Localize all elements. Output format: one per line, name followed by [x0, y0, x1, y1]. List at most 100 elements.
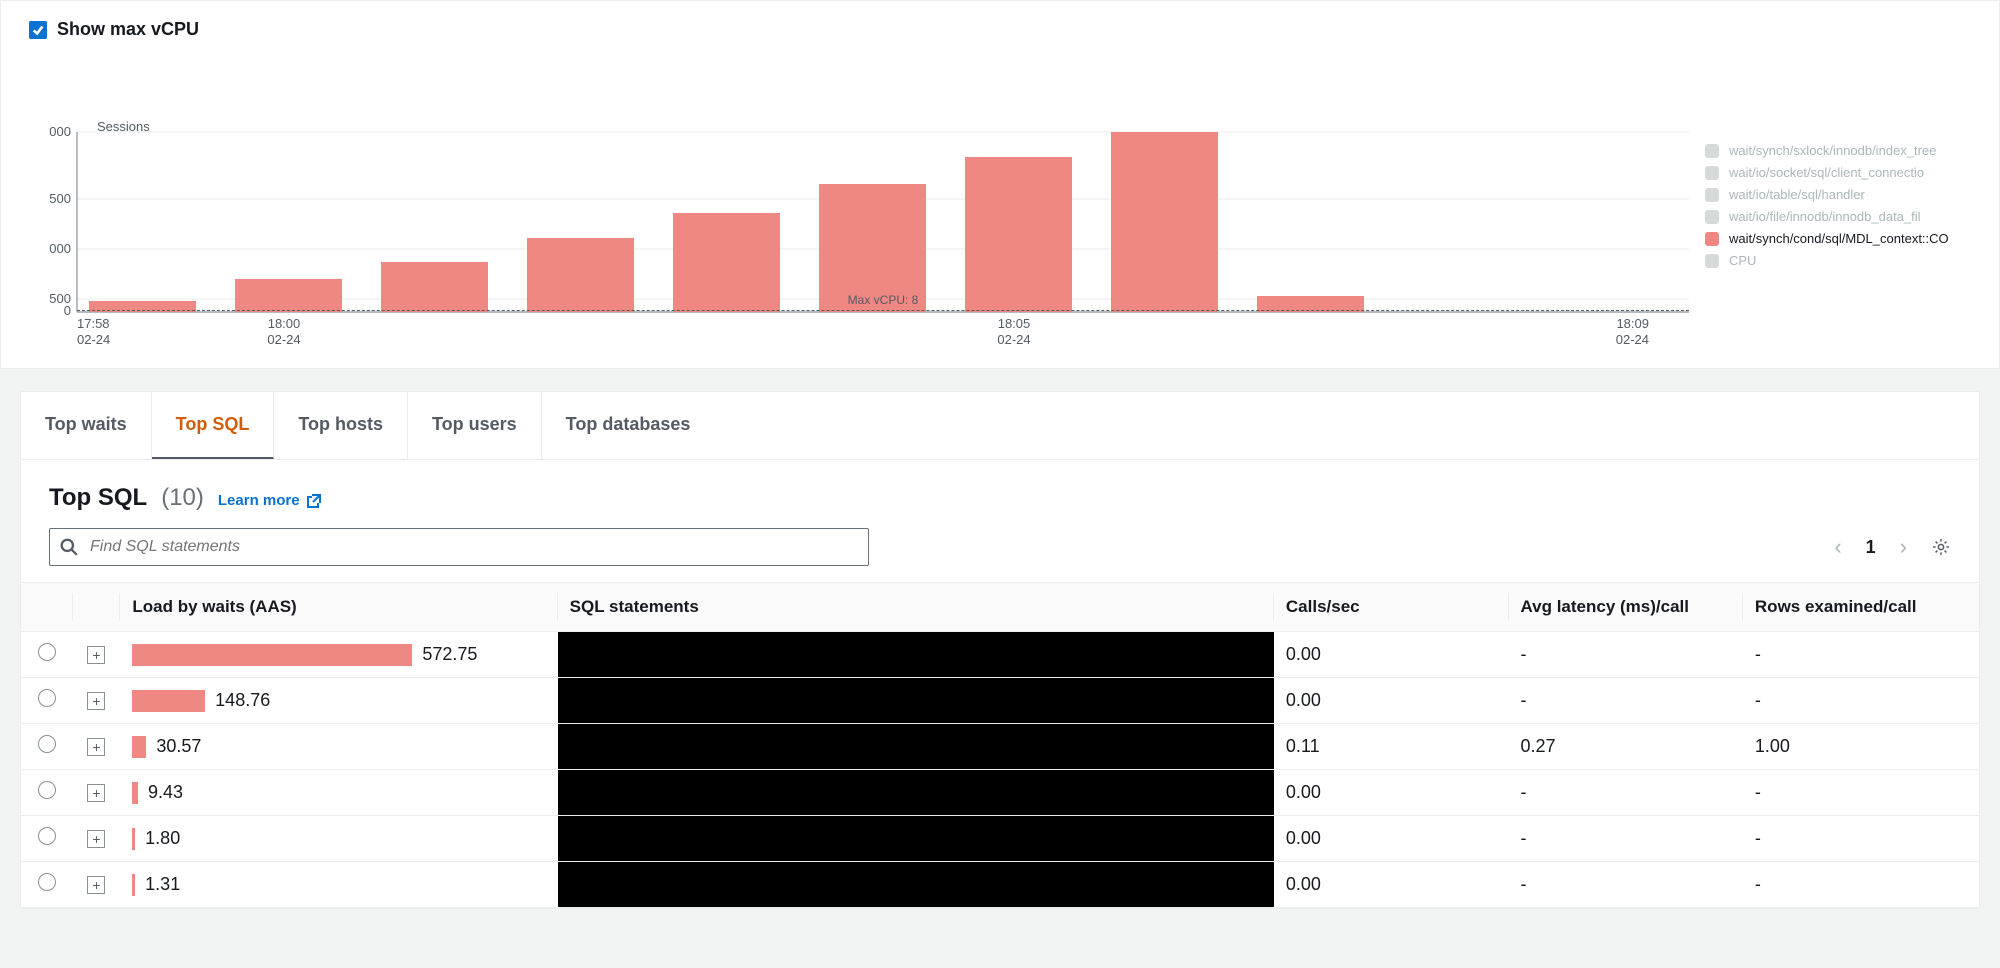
load-value: 1.31 [145, 874, 180, 895]
table-row: +572.750.00-- [21, 632, 1979, 678]
tab-top-users[interactable]: Top users [408, 392, 542, 459]
page-number: 1 [1866, 537, 1876, 558]
legend-item[interactable]: wait/io/table/sql/handler [1705, 184, 1999, 206]
tab-top-sql[interactable]: Top SQL [152, 392, 275, 459]
section-title: Top SQL [49, 484, 147, 512]
gear-icon[interactable] [1931, 537, 1951, 557]
load-value: 30.57 [156, 736, 201, 757]
load-bar [132, 644, 412, 666]
load-bar [132, 690, 205, 712]
prev-page[interactable]: ‹ [1834, 534, 1841, 560]
rows-value: 1.00 [1743, 724, 1979, 770]
search-input-wrapper[interactable] [49, 528, 869, 566]
legend-item[interactable]: CPU [1705, 250, 1999, 272]
calls-value: 0.11 [1274, 724, 1509, 770]
row-radio[interactable] [38, 827, 56, 845]
load-value: 148.76 [215, 690, 270, 711]
load-bar [132, 736, 146, 758]
expand-button[interactable]: + [87, 692, 105, 710]
rows-value: - [1743, 678, 1979, 724]
expand-button[interactable]: + [87, 646, 105, 664]
learn-more-link[interactable]: Learn more [218, 492, 322, 509]
sql-statement-redacted [558, 724, 1274, 769]
table-row: +1.800.00-- [21, 816, 1979, 862]
swatch-icon [1705, 144, 1719, 158]
svg-text:1,500: 1,500 [49, 191, 71, 206]
row-radio[interactable] [38, 781, 56, 799]
latency-value: - [1509, 678, 1743, 724]
load-cell: 30.57 [132, 736, 545, 758]
expand-button[interactable]: + [87, 738, 105, 756]
sessions-chart-panel: Show max vCPU Sessions 0 500 1,000 1,500 [0, 0, 2000, 369]
swatch-icon [1705, 188, 1719, 202]
load-cell: 148.76 [132, 690, 545, 712]
tab-top-hosts[interactable]: Top hosts [274, 392, 408, 459]
load-value: 9.43 [148, 782, 183, 803]
pager: ‹ 1 › [1834, 534, 1951, 560]
swatch-icon [1705, 166, 1719, 180]
col-lat[interactable]: Avg latency (ms)/call [1509, 583, 1743, 632]
expand-button[interactable]: + [87, 876, 105, 894]
load-value: 1.80 [145, 828, 180, 849]
swatch-icon [1705, 232, 1719, 246]
table-row: +9.430.00-- [21, 770, 1979, 816]
tabs: Top waits Top SQL Top hosts Top users To… [21, 392, 1979, 460]
sql-statement-redacted [558, 678, 1274, 723]
tab-top-waits[interactable]: Top waits [21, 392, 152, 459]
search-input[interactable] [88, 537, 858, 557]
top-dimension-panel: Top waits Top SQL Top hosts Top users To… [20, 391, 1980, 909]
show-max-vcpu-label: Show max vCPU [57, 19, 199, 40]
next-page[interactable]: › [1900, 534, 1907, 560]
latency-value: 0.27 [1509, 724, 1743, 770]
row-radio[interactable] [38, 689, 56, 707]
latency-value: - [1509, 862, 1743, 908]
row-radio[interactable] [38, 873, 56, 891]
latency-value: - [1509, 816, 1743, 862]
sql-statement-redacted [558, 862, 1274, 907]
load-cell: 1.80 [132, 828, 545, 850]
legend-item[interactable]: wait/io/file/innodb/innodb_data_fil [1705, 206, 1999, 228]
col-stmt[interactable]: SQL statements [558, 583, 1274, 632]
load-bar [132, 782, 138, 804]
calls-value: 0.00 [1274, 678, 1509, 724]
calls-value: 0.00 [1274, 770, 1509, 816]
legend-item[interactable]: wait/io/socket/sql/client_connectio [1705, 162, 1999, 184]
swatch-icon [1705, 254, 1719, 268]
svg-text:500: 500 [49, 291, 71, 306]
tab-top-databases[interactable]: Top databases [542, 392, 715, 459]
col-load[interactable]: Load by waits (AAS) [120, 583, 557, 632]
sql-statement-redacted [558, 816, 1274, 861]
top-sql-table: Load by waits (AAS) SQL statements Calls… [21, 582, 1979, 908]
swatch-icon [1705, 210, 1719, 224]
svg-text:1,000: 1,000 [49, 241, 71, 256]
rows-value: - [1743, 862, 1979, 908]
expand-button[interactable]: + [87, 830, 105, 848]
load-cell: 1.31 [132, 874, 545, 896]
sessions-chart: Sessions 0 500 1,000 1,500 2,000 [49, 52, 1689, 344]
chart-legend: wait/synch/sxlock/innodb/index_tree wait… [1689, 52, 1999, 344]
calls-value: 0.00 [1274, 816, 1509, 862]
legend-item[interactable]: wait/synch/sxlock/innodb/index_tree [1705, 140, 1999, 162]
load-bar [132, 828, 135, 850]
row-radio[interactable] [38, 735, 56, 753]
load-bar [132, 874, 135, 896]
rows-value: - [1743, 816, 1979, 862]
expand-button[interactable]: + [87, 784, 105, 802]
svg-text:2,000: 2,000 [49, 124, 71, 139]
table-row: +30.57 0.110.271.00 [21, 724, 1979, 770]
search-icon [60, 538, 78, 556]
load-cell: 572.75 [132, 644, 545, 666]
load-cell: 9.43 [132, 782, 545, 804]
rows-value: - [1743, 770, 1979, 816]
table-row: +1.310.00-- [21, 862, 1979, 908]
col-calls[interactable]: Calls/sec [1274, 583, 1509, 632]
max-vcpu-ref-line: Max vCPU: 8 [77, 310, 1689, 311]
rows-value: - [1743, 632, 1979, 678]
latency-value: - [1509, 632, 1743, 678]
calls-value: 0.00 [1274, 632, 1509, 678]
row-radio[interactable] [38, 643, 56, 661]
show-max-vcpu-checkbox[interactable] [29, 21, 47, 39]
legend-item[interactable]: wait/synch/cond/sql/MDL_context::CO [1705, 228, 1999, 250]
calls-value: 0.00 [1274, 862, 1509, 908]
col-rows[interactable]: Rows examined/call [1743, 583, 1979, 632]
